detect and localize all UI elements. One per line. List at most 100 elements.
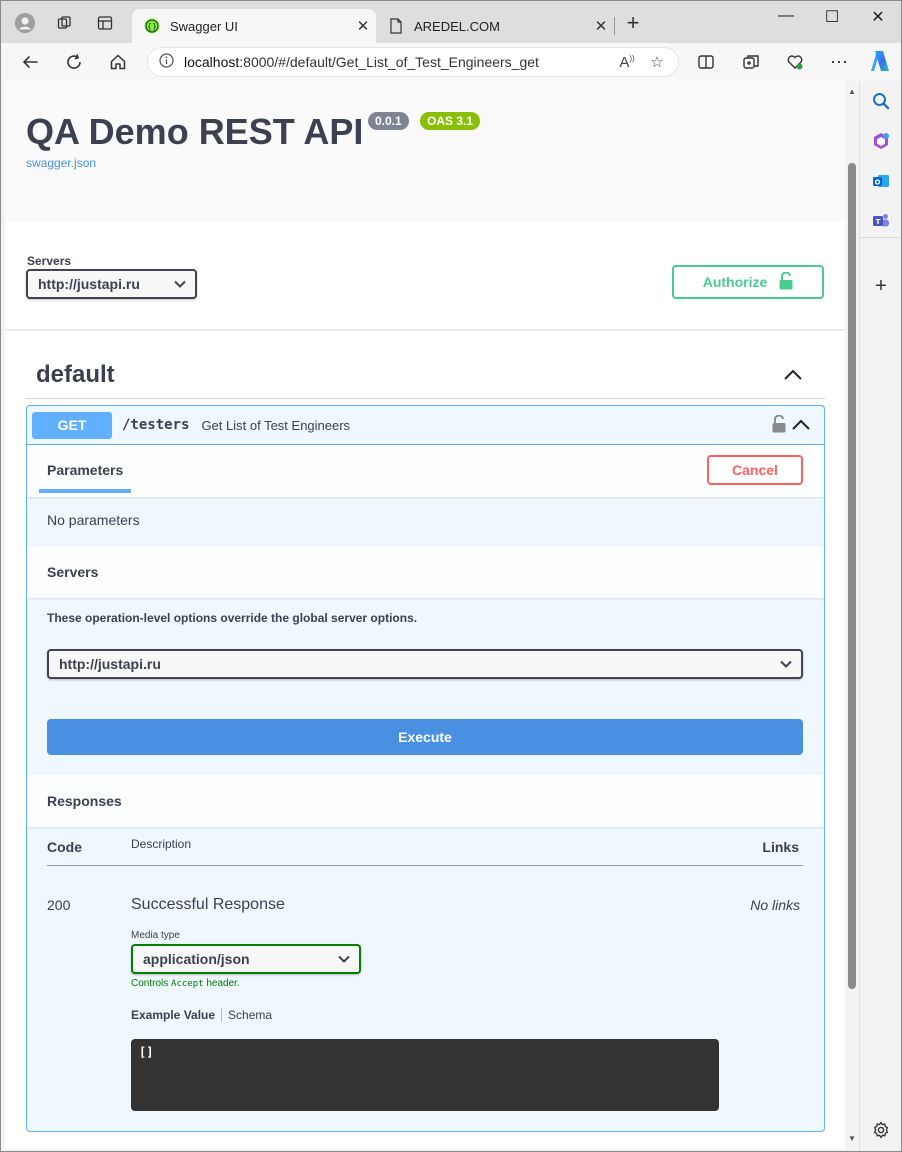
servers-header: Servers <box>27 546 824 598</box>
profile-avatar-icon[interactable] <box>13 11 37 35</box>
response-description: Successful Response <box>131 896 285 913</box>
more-options-icon[interactable]: ⋯ <box>826 49 852 75</box>
authorize-button[interactable]: Authorize <box>672 265 824 299</box>
response-code: 200 <box>47 897 71 913</box>
authorize-label: Authorize <box>702 274 768 290</box>
back-icon[interactable] <box>17 49 43 75</box>
tab-parameters[interactable]: Parameters <box>47 462 123 478</box>
sidebar-settings-icon[interactable] <box>870 1119 892 1141</box>
unlock-icon <box>779 271 793 293</box>
chevron-up-icon[interactable] <box>781 363 805 387</box>
column-code: Code <box>47 839 82 855</box>
tab-example-value[interactable]: Example Value <box>131 1008 215 1022</box>
chevron-down-icon <box>329 952 359 966</box>
browser-toolbar: localhost:8000/#/default/Get_List_of_Tes… <box>1 43 901 81</box>
controls-accept-note: Controls Accept header. <box>131 978 240 989</box>
operation-path: /testers <box>122 417 190 433</box>
tab-title: Swagger UI <box>170 18 238 34</box>
split-screen-icon[interactable] <box>693 49 719 75</box>
active-tab-indicator <box>39 489 131 493</box>
favorite-star-icon[interactable]: ☆ <box>642 53 672 71</box>
media-type-value: application/json <box>143 951 250 967</box>
minimize-icon[interactable]: — <box>763 7 809 31</box>
tab-swagger-ui[interactable]: {} Swagger UI ✕ <box>132 9 376 43</box>
page-viewport: QA Demo REST API 0.0.1 OAS 3.1 swagger.j… <box>5 81 845 1149</box>
servers-section: Servers http://justapi.ru Authorize <box>5 221 845 329</box>
api-info: QA Demo REST API 0.0.1 OAS 3.1 swagger.j… <box>5 81 845 221</box>
url-path: :8000/#/default/Get_List_of_Test_Enginee… <box>239 54 539 70</box>
home-icon[interactable] <box>105 49 131 75</box>
accept-code: Accept <box>171 979 204 989</box>
tab-actions-icon[interactable] <box>93 11 117 35</box>
controls-suffix: header. <box>206 978 240 989</box>
browser-essentials-icon[interactable] <box>782 49 808 75</box>
outlook-icon[interactable]: O <box>870 170 892 192</box>
add-sidebar-app-icon[interactable]: + <box>870 275 892 297</box>
example-code-block[interactable]: [] <box>131 1039 719 1111</box>
edge-sidebar: O T + <box>859 81 901 1151</box>
address-bar[interactable]: localhost:8000/#/default/Get_List_of_Tes… <box>147 47 679 77</box>
operation-get-testers: GET /testers Get List of Test Engineers … <box>26 405 825 1132</box>
cancel-button[interactable]: Cancel <box>707 455 803 485</box>
tab-divider <box>221 1008 223 1022</box>
search-icon[interactable] <box>870 90 892 112</box>
tab-title: AREDEL.COM <box>414 18 500 34</box>
operation-summary[interactable]: GET /testers Get List of Test Engineers <box>27 406 824 445</box>
svg-text:T: T <box>876 218 881 226</box>
servers-label: Servers <box>27 254 72 268</box>
teams-icon[interactable]: T <box>870 210 892 232</box>
workspaces-icon[interactable] <box>53 11 77 35</box>
responses-header: Responses <box>27 775 824 827</box>
svg-text:{}: {} <box>147 22 157 31</box>
operation-server-select[interactable]: http://justapi.ru <box>47 649 803 679</box>
swagger-favicon-icon: {} <box>144 18 160 34</box>
oas-badge: OAS 3.1 <box>420 112 481 130</box>
parameters-header: Parameters Cancel <box>27 445 824 497</box>
chevron-down-icon <box>771 657 801 671</box>
responses-heading: Responses <box>47 793 122 809</box>
controls-prefix: Controls <box>131 978 169 989</box>
chevron-up-icon[interactable] <box>790 414 812 436</box>
refresh-icon[interactable] <box>61 49 87 75</box>
tab-separator <box>614 17 615 35</box>
operation-server-value: http://justapi.ru <box>59 656 161 672</box>
scroll-up-icon[interactable]: ▲ <box>848 87 856 96</box>
collections-icon[interactable] <box>738 49 764 75</box>
address-url[interactable]: localhost:8000/#/default/Get_List_of_Tes… <box>184 54 612 70</box>
execute-button[interactable]: Execute <box>47 719 803 755</box>
maximize-icon[interactable]: ☐ <box>809 7 855 31</box>
swagger-json-link[interactable]: swagger.json <box>26 156 96 170</box>
copilot-icon[interactable] <box>867 48 893 74</box>
site-info-icon[interactable] <box>148 53 184 71</box>
api-title: QA Demo REST API <box>26 111 364 152</box>
tag-section-default[interactable]: default <box>26 351 825 399</box>
scroll-down-icon[interactable]: ▼ <box>848 1134 856 1143</box>
method-badge: GET <box>32 411 112 439</box>
tab-schema[interactable]: Schema <box>228 1008 272 1022</box>
column-links: Links <box>762 839 799 855</box>
new-tab-icon[interactable]: + <box>621 12 645 36</box>
version-badge: 0.0.1 <box>368 112 409 130</box>
close-window-icon[interactable]: ✕ <box>855 7 901 31</box>
no-parameters-text: No parameters <box>47 512 140 528</box>
media-type-select[interactable]: application/json <box>131 944 361 974</box>
example-value: [] <box>139 1045 154 1059</box>
example-tabs: Example Value Schema <box>131 1008 272 1022</box>
table-divider <box>47 865 803 866</box>
lock-icon[interactable] <box>772 414 786 438</box>
chevron-down-icon <box>165 277 195 291</box>
browser-window: {} Swagger UI ✕ AREDEL.COM ✕ + — ☐ ✕ loc… <box>0 0 902 1152</box>
page-icon <box>388 18 404 34</box>
sidebar-divider <box>860 237 900 238</box>
server-select[interactable]: http://justapi.ru <box>26 269 197 299</box>
close-tab-icon[interactable]: ✕ <box>350 17 376 35</box>
column-description: Description <box>131 837 192 851</box>
server-select-value: http://justapi.ru <box>38 276 140 292</box>
scroll-thumb[interactable] <box>848 163 856 989</box>
m365-icon[interactable] <box>870 130 892 152</box>
close-tab-icon[interactable]: ✕ <box>588 17 614 35</box>
tab-strip: {} Swagger UI ✕ AREDEL.COM ✕ + — ☐ ✕ <box>1 1 901 43</box>
read-aloud-icon[interactable]: A)) <box>612 54 642 71</box>
page-scrollbar[interactable]: ▲ ▼ <box>845 81 859 1149</box>
tab-aredel[interactable]: AREDEL.COM ✕ <box>376 9 614 43</box>
